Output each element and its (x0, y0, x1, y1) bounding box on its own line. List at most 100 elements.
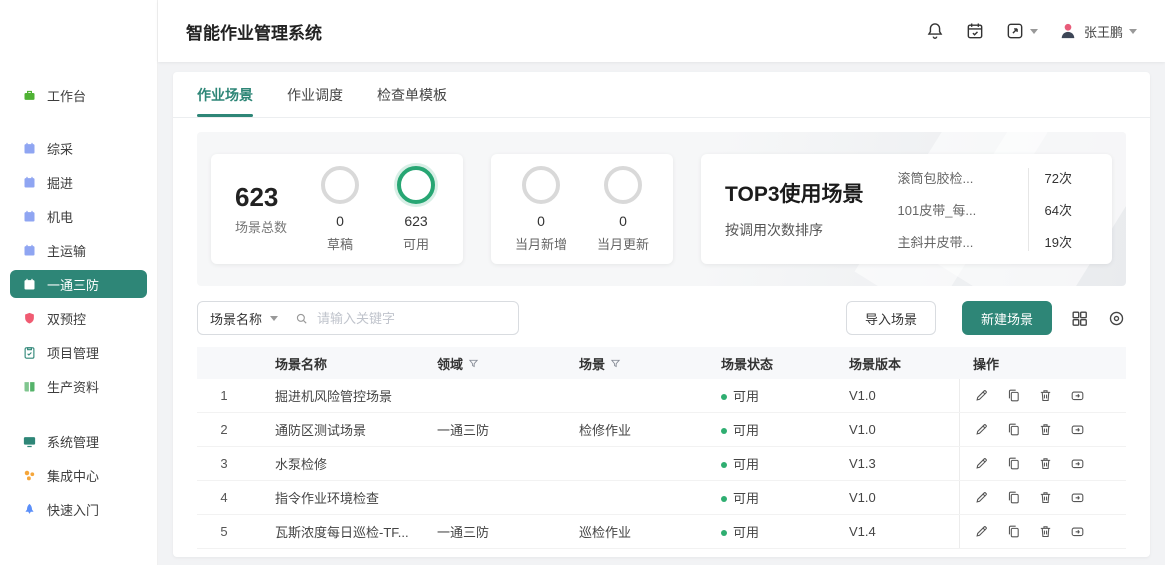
create-scene-button[interactable]: 新建场景 (962, 301, 1052, 335)
sidebar-item-label: 主运输 (47, 241, 86, 260)
status-dot (721, 394, 727, 400)
export-icon[interactable] (1070, 524, 1085, 539)
sidebar-item-quickstart[interactable]: 快速入门 (10, 495, 147, 523)
table-row[interactable]: 1 掘进机风险管控场景 可用 V1.0 (197, 379, 1126, 413)
sidebar-item-label: 掘进 (47, 173, 73, 192)
copy-icon[interactable] (1006, 422, 1021, 437)
scene-total-label: 场景总数 (235, 217, 287, 236)
export-icon[interactable] (1070, 388, 1085, 403)
copy-icon[interactable] (1006, 490, 1021, 505)
edit-icon[interactable] (974, 490, 989, 505)
copy-icon[interactable] (1006, 524, 1021, 539)
row-actions (959, 481, 1126, 514)
top3-subtitle: 按调用次数排序 (725, 220, 863, 240)
main-area: 智能作业管理系统 张王鹏 作业场景 作业调 (158, 0, 1165, 565)
delete-icon[interactable] (1038, 456, 1053, 471)
status-dot (721, 462, 727, 468)
row-scene-name: 通防区测试场景 (251, 420, 429, 439)
status-dot (721, 530, 727, 536)
edit-icon[interactable] (974, 524, 989, 539)
sidebar-item-integration[interactable]: 集成中心 (10, 461, 147, 489)
month-added-label: 当月新增 (515, 234, 567, 253)
sidebar-item-ventilation[interactable]: 一通三防 (10, 270, 147, 298)
delete-icon[interactable] (1038, 524, 1053, 539)
edit-icon[interactable] (974, 422, 989, 437)
tab-scene[interactable]: 作业场景 (197, 72, 253, 117)
row-status: 可用 (713, 522, 841, 541)
top3-heading: TOP3使用场景 按调用次数排序 (725, 178, 863, 240)
row-status: 可用 (713, 386, 841, 405)
top3-item-count: 64次 (1045, 200, 1072, 219)
month-updated-value: 0 (619, 213, 627, 229)
sidebar-item-materials[interactable]: 生产资料 (10, 372, 147, 400)
content: 作业场景 作业调度 检查单模板 623 场景总数 0 草稿 (158, 62, 1165, 565)
row-domain: 一通三防 (429, 420, 571, 439)
top3-item-name: 主斜井皮带... (898, 232, 1016, 251)
sidebar-item-system[interactable]: 系统管理 (10, 427, 147, 455)
filter-field-select[interactable]: 场景名称 (210, 309, 278, 328)
sidebar-item-electromech[interactable]: 机电 (10, 202, 147, 230)
sidebar-item-label: 工作台 (47, 86, 86, 105)
row-version: V1.4 (841, 524, 959, 539)
sidebar-item-label: 快速入门 (47, 500, 99, 519)
usable-label: 可用 (403, 234, 429, 253)
scene-total-value: 623 (235, 182, 287, 213)
col-ops: 操作 (959, 347, 1126, 379)
tab-schedule[interactable]: 作业调度 (287, 72, 343, 117)
user-menu[interactable]: 张王鹏 (1058, 21, 1137, 41)
filter-funnel-icon[interactable] (610, 358, 621, 369)
system-icon (22, 434, 37, 449)
filter-funnel-icon[interactable] (468, 358, 479, 369)
delete-icon[interactable] (1038, 388, 1053, 403)
row-index: 1 (197, 388, 251, 403)
export-icon[interactable] (1070, 456, 1085, 471)
chevron-down-icon (1030, 29, 1038, 34)
sidebar-item-transport[interactable]: 主运输 (10, 236, 147, 264)
delete-icon[interactable] (1038, 490, 1053, 505)
tab-checklist-template[interactable]: 检查单模板 (377, 72, 447, 117)
row-actions (959, 379, 1126, 412)
table-row[interactable]: 4 指令作业环境检查 可用 V1.0 (197, 481, 1126, 515)
row-index: 5 (197, 524, 251, 539)
table-header-row: 场景名称 领域 场景 (197, 347, 1126, 379)
scene-table: 场景名称 领域 场景 (197, 347, 1126, 549)
status-text: 可用 (733, 491, 759, 506)
row-scene-name: 水泵检修 (251, 454, 429, 473)
edit-icon[interactable] (974, 388, 989, 403)
copy-icon[interactable] (1006, 388, 1021, 403)
search-input[interactable] (317, 311, 506, 326)
topbar: 智能作业管理系统 张王鹏 (158, 0, 1165, 62)
settings-icon[interactable] (1107, 309, 1126, 328)
sidebar-item-workbench[interactable]: 工作台 (10, 81, 147, 109)
table-row[interactable]: 2 通防区测试场景 一通三防 检修作业 可用 V1.0 (197, 413, 1126, 447)
sidebar-item-excavation[interactable]: 掘进 (10, 168, 147, 196)
row-index: 4 (197, 490, 251, 505)
bell-icon[interactable] (925, 21, 945, 41)
export-icon[interactable] (1070, 490, 1085, 505)
sidebar-item-label: 项目管理 (47, 343, 99, 362)
row-scene-name: 指令作业环境检查 (251, 488, 429, 507)
content-card: 作业场景 作业调度 检查单模板 623 场景总数 0 草稿 (173, 72, 1150, 557)
import-scene-button[interactable]: 导入场景 (846, 301, 936, 335)
row-version: V1.0 (841, 388, 959, 403)
export-icon[interactable] (1070, 422, 1085, 437)
copy-icon[interactable] (1006, 456, 1021, 471)
sidebar-item-mining[interactable]: 综采 (10, 134, 147, 162)
calendar-icon[interactable] (965, 21, 985, 41)
edit-icon[interactable] (974, 456, 989, 471)
sidebar-item-label: 集成中心 (47, 466, 99, 485)
table-row[interactable]: 3 水泵检修 可用 V1.3 (197, 447, 1126, 481)
sidebar-item-label: 生产资料 (47, 377, 99, 396)
sidebar-item-label: 机电 (47, 207, 73, 226)
delete-icon[interactable] (1038, 422, 1053, 437)
top3-item-name: 滚筒包胶检... (898, 168, 1016, 187)
sidebar-item-project[interactable]: 项目管理 (10, 338, 147, 366)
col-scene-label: 场景 (579, 354, 605, 373)
sidebar-item-dual-control[interactable]: 双预控 (10, 304, 147, 332)
row-actions (959, 447, 1126, 480)
app-exit-control[interactable] (1005, 21, 1038, 41)
grid-view-icon[interactable] (1070, 309, 1089, 328)
table-row[interactable]: 5 瓦斯浓度每日巡检-TF... 一通三防 巡检作业 可用 V1.4 (197, 515, 1126, 549)
row-domain: 一通三防 (429, 522, 571, 541)
toolbar-actions: 导入场景 新建场景 (846, 301, 1126, 335)
